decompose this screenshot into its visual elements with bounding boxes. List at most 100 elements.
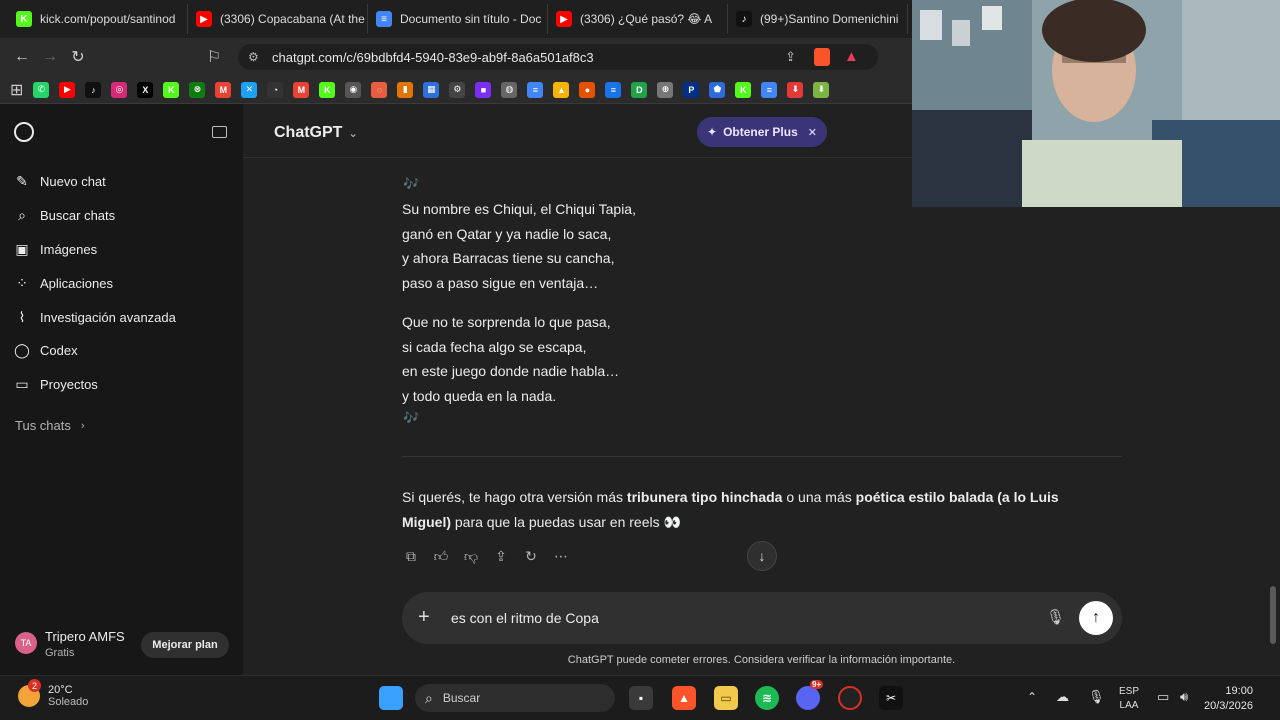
gmail-icon[interactable]: M [293, 81, 310, 98]
thumbs-down-icon[interactable]: 👎︎ [462, 547, 480, 565]
instagram-icon[interactable]: ◎ [111, 81, 128, 98]
back-arrow-icon[interactable]: ← [8, 43, 36, 71]
display-icon[interactable]: ▭ [1157, 689, 1169, 705]
network-icon[interactable]: ☁ [1056, 689, 1069, 705]
kick-icon: K [16, 11, 32, 27]
share-icon[interactable]: ⇪ [492, 547, 510, 565]
upgrade-plan-button[interactable]: Mejorar plan [141, 632, 229, 658]
user-name[interactable]: Tripero AMFS [45, 629, 125, 644]
windows-start-icon[interactable] [379, 686, 403, 710]
toggle-sidebar-icon[interactable] [212, 126, 227, 138]
sidebar-item-aplicaciones[interactable]: ⁘ Aplicaciones [14, 275, 113, 291]
regenerate-icon[interactable]: ↻ [522, 547, 540, 565]
bookmark-app-icon[interactable]: ▦ [423, 81, 440, 98]
lyric-line: en este juego donde nadie habla… [402, 363, 620, 379]
message-input[interactable]: es con el ritmo de Copa [451, 610, 599, 626]
share-icon[interactable]: ⇪ [785, 49, 796, 65]
url-field[interactable]: ⚙ chatgpt.com/c/69bdbfd4-5940-83e9-ab9f-… [238, 44, 878, 70]
volume-icon[interactable]: 🔊︎ [1180, 689, 1188, 705]
bookmark-app-icon[interactable]: ⬇ [787, 81, 804, 98]
browser-tab[interactable]: ▶ (3306) ¿Qué pasó? 😂 A [548, 4, 728, 34]
drive-icon[interactable]: ▲ [553, 81, 570, 98]
attach-plus-icon[interactable]: + [418, 606, 430, 629]
app-icon[interactable] [838, 686, 862, 710]
openai-logo-icon[interactable] [14, 122, 34, 142]
browser-tab[interactable]: Kkick.com/popout/santinod [8, 4, 188, 34]
user-avatar[interactable]: TA [15, 632, 37, 654]
brave-rewards-icon[interactable]: ▲ [844, 48, 859, 65]
sidebar-item-buscar[interactable]: ⌕ Buscar chats [14, 207, 115, 223]
kick-icon[interactable]: K [163, 81, 180, 98]
sidebar-item-proyectos[interactable]: ▭ Proyectos [14, 376, 97, 392]
brave-browser-icon[interactable]: ▲ [672, 686, 696, 710]
kick-icon[interactable]: K [735, 81, 752, 98]
bookmark-app-icon[interactable]: ✕ [241, 81, 258, 98]
your-chats-toggle[interactable]: Tus chats › [15, 418, 85, 433]
docs-icon[interactable]: ≡ [761, 81, 778, 98]
bookmark-app-icon[interactable]: ≡ [605, 81, 622, 98]
reload-icon[interactable]: ↻ [64, 43, 92, 71]
copy-icon[interactable]: ⧉ [402, 547, 420, 565]
whatsapp-icon[interactable]: ✆ [33, 81, 50, 98]
microphone-icon[interactable]: 🎙︎ [1046, 608, 1065, 626]
bookmark-app-icon[interactable]: ◉ [345, 81, 362, 98]
file-explorer-icon[interactable]: ▭ [714, 686, 738, 710]
sidebar-item-investigación[interactable]: ⌇ Investigación avanzada [14, 309, 176, 325]
clock-time: 19:00 [1225, 685, 1253, 697]
get-plus-button[interactable]: ✦ Obtener Plus ✕ [697, 117, 827, 147]
close-promo-icon[interactable]: ✕ [808, 126, 817, 139]
more-icon[interactable]: ⋯ [552, 547, 570, 565]
bookmark-app-icon[interactable]: ⬟ [709, 81, 726, 98]
microphone-tray-icon[interactable]: 🎙︎ [1088, 689, 1105, 705]
gmail-icon[interactable]: M [215, 81, 232, 98]
task-view-icon[interactable]: ▪ [629, 686, 653, 710]
weather-widget[interactable]: 2 20°C Soleado [18, 679, 88, 708]
chevron-up-icon[interactable]: ⌃ [1027, 690, 1037, 704]
bookmark-app-icon[interactable]: ◍ [501, 81, 518, 98]
taskbar-search[interactable]: ⌕ Buscar [415, 684, 615, 712]
bookmark-app-icon[interactable]: ■ [475, 81, 492, 98]
browser-tab[interactable]: ♪ (99+)Santino Domenichini [728, 4, 908, 34]
discord-icon[interactable]: 9+ [796, 680, 824, 710]
lyric-line: si cada fecha algo se escapa, [402, 338, 587, 355]
bookmark-app-icon[interactable]: ⚙ [449, 81, 466, 98]
scroll-down-button[interactable]: ↓ [747, 541, 777, 571]
sidebar-item-label: Codex [40, 342, 78, 358]
chevron-down-icon: ⌄ [348, 127, 358, 140]
paypal-icon[interactable]: P [683, 81, 700, 98]
spotify-icon[interactable]: ≋ [755, 686, 779, 710]
browser-tab[interactable]: ▶ (3306) Copacabana (At the [188, 4, 368, 34]
model-selector[interactable]: ChatGPT ⌄ [274, 124, 358, 142]
brave-shield-icon[interactable] [814, 48, 830, 66]
apps-grid-icon[interactable]: ⊞ [10, 80, 23, 100]
send-button[interactable]: ↑ [1079, 601, 1113, 635]
bookmark-app-icon[interactable]: ⬇ [813, 81, 830, 98]
divider [402, 456, 1122, 457]
analytics-icon[interactable]: ▮ [397, 81, 414, 98]
sidebar: ✎ Nuevo chat ⌕ Buscar chats ▣ Imágenes ⁘ Aplica… [0, 104, 243, 675]
kick-icon[interactable]: K [319, 81, 336, 98]
docs-icon[interactable]: ≡ [527, 81, 544, 98]
x-icon[interactable]: X [137, 81, 154, 98]
language-indicator[interactable]: ESP LAA [1119, 685, 1139, 713]
youtube-icon[interactable]: ▶ [59, 81, 76, 98]
bookmark-icon[interactable]: ⚐ [200, 43, 228, 71]
tiktok-icon[interactable]: ♪ [85, 81, 102, 98]
bookmark-app-icon[interactable]: ◌ [371, 81, 388, 98]
thumbs-up-icon[interactable]: 👍︎ [432, 547, 450, 565]
sidebar-item-codex[interactable]: ◯ Codex [14, 342, 78, 358]
sidebar-item-label: Buscar chats [40, 207, 116, 223]
browser-tab[interactable]: ≡ Documento sin título - Doc [368, 4, 548, 34]
capcut-icon[interactable]: ✂ [879, 686, 903, 710]
bookmark-app-icon[interactable]: ● [579, 81, 596, 98]
xbox-icon[interactable]: ⊗ [189, 81, 206, 98]
sidebar-item-imágenes[interactable]: ▣ Imágenes [14, 241, 97, 257]
forward-arrow-icon[interactable]: → [36, 43, 64, 71]
scrollbar[interactable] [1270, 586, 1276, 644]
clock[interactable]: 19:00 20/3/2026 [1204, 684, 1253, 714]
sidebar-item-nuevo[interactable]: ✎ Nuevo chat [14, 173, 106, 189]
site-info-icon[interactable]: ⚙ [248, 50, 259, 64]
bookmark-app-icon[interactable]: ◔ [267, 81, 284, 98]
bookmark-app-icon[interactable]: D [631, 81, 648, 98]
bookmark-app-icon[interactable]: ⊕ [657, 81, 674, 98]
